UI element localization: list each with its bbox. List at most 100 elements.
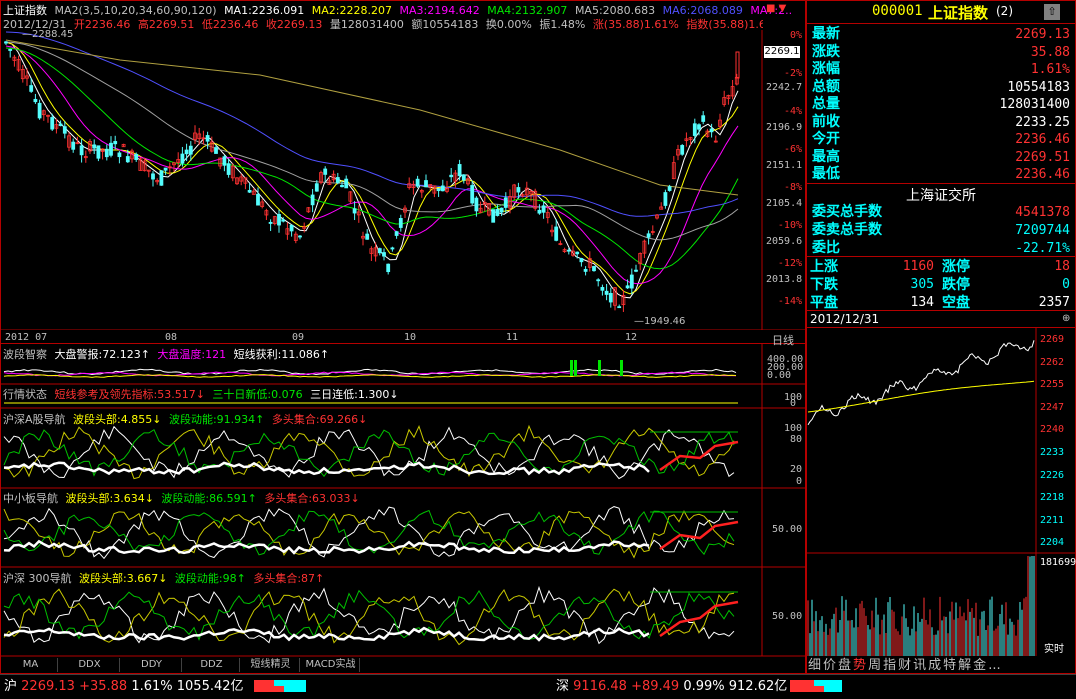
candle-body xyxy=(554,226,559,241)
price-tick: 2105.4 xyxy=(766,198,803,209)
p1-b: 大盘温度:121 xyxy=(157,348,227,361)
right-tab[interactable]: 势 xyxy=(853,657,866,674)
p3-axis-0: 100 xyxy=(784,423,803,434)
candle-body xyxy=(134,153,139,160)
intraday-price-tick: 2247 xyxy=(1040,401,1065,413)
quote-row-value: 2233.25 xyxy=(1015,114,1070,130)
indicator-panel-2-title: 行情状态 短线参考及领先指标:53.517↓ 三十日新低:0.076 三日连低:… xyxy=(3,386,403,402)
right-tab[interactable]: 价 xyxy=(823,657,836,674)
quote-row-label: 今开 xyxy=(812,131,840,147)
tab-ddy[interactable]: DDY xyxy=(122,658,182,672)
right-tab[interactable]: 特 xyxy=(943,657,956,674)
tab-ddz[interactable]: DDZ xyxy=(184,658,240,672)
sh-price: 2269.13 xyxy=(21,679,75,694)
price-tick: 2013.8 xyxy=(766,274,803,285)
moving-average-line xyxy=(5,45,739,285)
right-tab[interactable]: 指 xyxy=(883,657,896,674)
quote-code: 000001 xyxy=(872,3,923,19)
intraday-price-tick: 2240 xyxy=(1040,424,1065,436)
candle-body xyxy=(109,142,113,156)
p3-a: 波段头部:4.855↓ xyxy=(73,413,162,426)
order-row: 委卖总手数 7209744 xyxy=(808,221,1074,240)
sz-strength-bar xyxy=(790,680,842,692)
p2-c: 三日连低:1.300↓ xyxy=(310,388,399,401)
month-aug: 08 xyxy=(165,332,178,343)
sz-amount: 912.62亿 xyxy=(728,679,788,694)
price-tick: 2242.7 xyxy=(766,82,803,93)
indicator-panel-3-title: 沪深A股导航 波段头部:4.855↓ 波段动能:91.934↑ 多头集合:69.… xyxy=(3,411,371,427)
breadth-value-1: 1160 xyxy=(902,259,934,274)
p3-b: 波段动能:91.934↑ xyxy=(168,413,265,426)
right-tab[interactable]: 财 xyxy=(898,657,911,674)
month-oct: 10 xyxy=(404,332,417,343)
candlestick-chart[interactable] xyxy=(0,0,806,330)
intraday-price-tick: 2255 xyxy=(1040,379,1065,391)
sh-amount: 1055.42亿 xyxy=(176,679,244,694)
p5-b: 波段动能:98↑ xyxy=(174,572,246,585)
candle-body xyxy=(365,233,370,240)
candle-body xyxy=(646,233,651,238)
indicator-panel-4-title: 中小板导航 波段头部:3.634↓ 波段动能:86.591↑ 多头集合:63.0… xyxy=(3,490,364,506)
period-label[interactable]: 日线 xyxy=(772,332,794,348)
candle-body xyxy=(516,187,521,193)
right-tab[interactable]: 盘 xyxy=(838,657,851,674)
quote-row-label: 前收 xyxy=(812,113,840,130)
quote-row: 最低 2236.46 xyxy=(808,165,1074,184)
candle-body xyxy=(256,193,260,206)
current-price-tag: 2269.1 xyxy=(764,46,800,58)
candle-body xyxy=(340,184,344,188)
candle-body xyxy=(382,252,386,257)
candle-body xyxy=(583,268,588,272)
candle-body xyxy=(222,156,227,166)
right-tab[interactable]: 细 xyxy=(808,657,821,674)
candle-body xyxy=(592,266,596,272)
p5-a: 波段头部:3.667↓ xyxy=(79,572,168,585)
candle-body xyxy=(596,279,601,282)
candle-body xyxy=(608,293,613,303)
tab-short-elf[interactable]: 短线精灵 xyxy=(242,658,300,672)
right-tab[interactable]: 解 xyxy=(958,657,971,674)
tab-ma[interactable]: MA xyxy=(4,658,58,672)
right-tab[interactable]: 成 xyxy=(928,657,941,674)
intraday-toggle-icon[interactable]: ⊕ xyxy=(1062,313,1074,325)
p4-b: 波段动能:86.591↑ xyxy=(161,492,257,505)
percent-tick: -12% xyxy=(777,258,802,269)
candle-body xyxy=(226,163,231,175)
month-dec: 12 xyxy=(625,332,638,343)
candle-body xyxy=(58,123,63,127)
right-tab[interactable]: ... xyxy=(988,657,1000,674)
tab-ddx[interactable]: DDX xyxy=(60,658,120,672)
candle-body xyxy=(449,174,454,178)
quote-row-label: 最高 xyxy=(812,148,840,165)
candle-body xyxy=(604,290,609,295)
p1-c: 短线获利:11.086↑ xyxy=(233,348,330,361)
time-axis: 2012 07 08 09 10 11 12 日线 xyxy=(0,331,806,347)
quote-row-value: 2236.46 xyxy=(1015,132,1070,147)
order-row: 委买总手数 4541378 xyxy=(808,203,1074,222)
intraday-price-tick: 2262 xyxy=(1040,356,1065,368)
right-tab[interactable]: 周 xyxy=(868,657,881,674)
p2-a: 短线参考及领先指标:53.517↓ xyxy=(54,388,205,401)
intraday-vol-max: 181699 xyxy=(1040,557,1076,568)
candle-body xyxy=(281,219,286,222)
quote-header: 000001 上证指数 (2) ⇧ xyxy=(808,3,1074,23)
intraday-price-tick: 2218 xyxy=(1040,492,1065,504)
quote-row-label: 涨跌 xyxy=(812,43,840,60)
percent-tick: -6% xyxy=(783,144,802,155)
month-nov: 11 xyxy=(506,332,519,343)
candle-body xyxy=(398,218,403,228)
candle-body xyxy=(600,287,605,291)
percent-tick: -8% xyxy=(783,182,802,193)
right-tab[interactable]: 讯 xyxy=(913,657,926,674)
tab-macd[interactable]: MACD实战 xyxy=(302,658,360,672)
candle-body xyxy=(8,48,13,51)
candle-body xyxy=(314,183,319,192)
indicator-panel-1-title: 波段智察 大盘警报:72.123↑ 大盘温度:121 短线获利:11.086↑ xyxy=(3,346,333,362)
sh-label: 沪 xyxy=(4,679,18,694)
quote-menu-icon[interactable]: ⇧ xyxy=(1044,4,1060,20)
quote-row-label: 最新 xyxy=(812,26,840,42)
chart-high-label: —2288.45 xyxy=(22,29,74,40)
intraday-date: 2012/12/31 xyxy=(810,312,880,326)
candle-body xyxy=(377,248,382,254)
right-tab[interactable]: 金 xyxy=(973,657,986,674)
